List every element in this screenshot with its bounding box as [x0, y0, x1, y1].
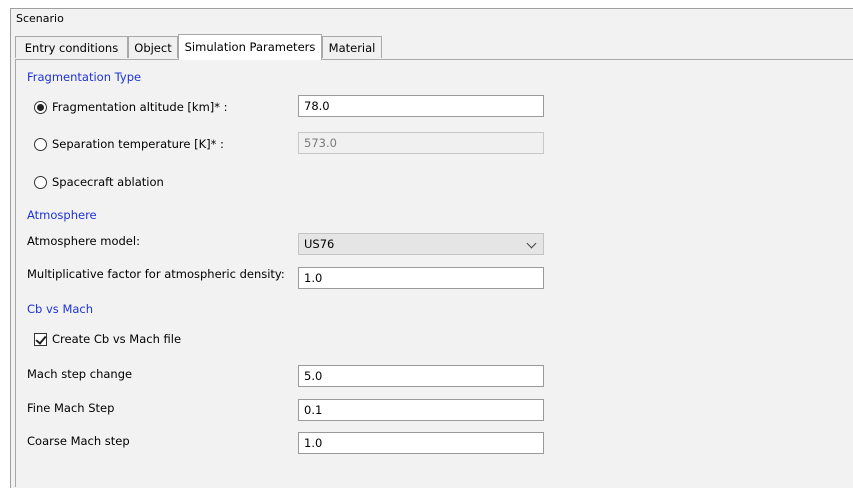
tab-object[interactable]: Object — [128, 36, 178, 58]
fragmentation-type-title: Fragmentation Type — [27, 70, 142, 84]
tab-entry-conditions[interactable]: Entry conditions — [15, 36, 128, 58]
fragmentation-altitude-radio[interactable] — [34, 101, 47, 114]
fine-mach-step-input[interactable] — [298, 399, 544, 421]
density-factor-label: Multiplicative factor for atmospheric de… — [27, 267, 285, 281]
spacecraft-ablation-label: Spacecraft ablation — [52, 175, 164, 189]
tab-simulation-parameters[interactable]: Simulation Parameters — [178, 34, 322, 60]
atmosphere-model-value: US76 — [304, 237, 335, 251]
density-factor-input[interactable] — [298, 267, 544, 289]
fine-mach-step-label: Fine Mach Step — [27, 401, 115, 415]
atmosphere-title: Atmosphere — [27, 208, 97, 222]
spacecraft-ablation-radio[interactable] — [34, 176, 47, 189]
scenario-label: Scenario — [16, 12, 64, 25]
coarse-mach-step-input[interactable] — [298, 432, 544, 454]
fragmentation-altitude-label: Fragmentation altitude [km]* : — [52, 100, 228, 114]
fragmentation-altitude-input[interactable] — [298, 95, 544, 117]
atmosphere-model-select[interactable]: US76 — [298, 233, 544, 255]
check-icon — [35, 333, 47, 345]
radio-selected-dot — [37, 104, 44, 111]
chevron-down-icon — [526, 238, 537, 249]
separation-temperature-label: Separation temperature [K]* : — [52, 137, 224, 151]
separation-temperature-radio[interactable] — [34, 138, 47, 151]
tab-material[interactable]: Material — [322, 36, 382, 58]
cb-vs-mach-title: Cb vs Mach — [27, 302, 94, 316]
create-cb-mach-checkbox[interactable] — [34, 333, 47, 346]
mach-step-change-input[interactable] — [298, 365, 544, 387]
separation-temperature-input — [298, 132, 544, 154]
coarse-mach-step-label: Coarse Mach step — [27, 434, 130, 448]
atmosphere-model-label: Atmosphere model: — [27, 234, 140, 248]
mach-step-change-label: Mach step change — [27, 367, 133, 381]
create-cb-mach-label: Create Cb vs Mach file — [52, 332, 182, 346]
